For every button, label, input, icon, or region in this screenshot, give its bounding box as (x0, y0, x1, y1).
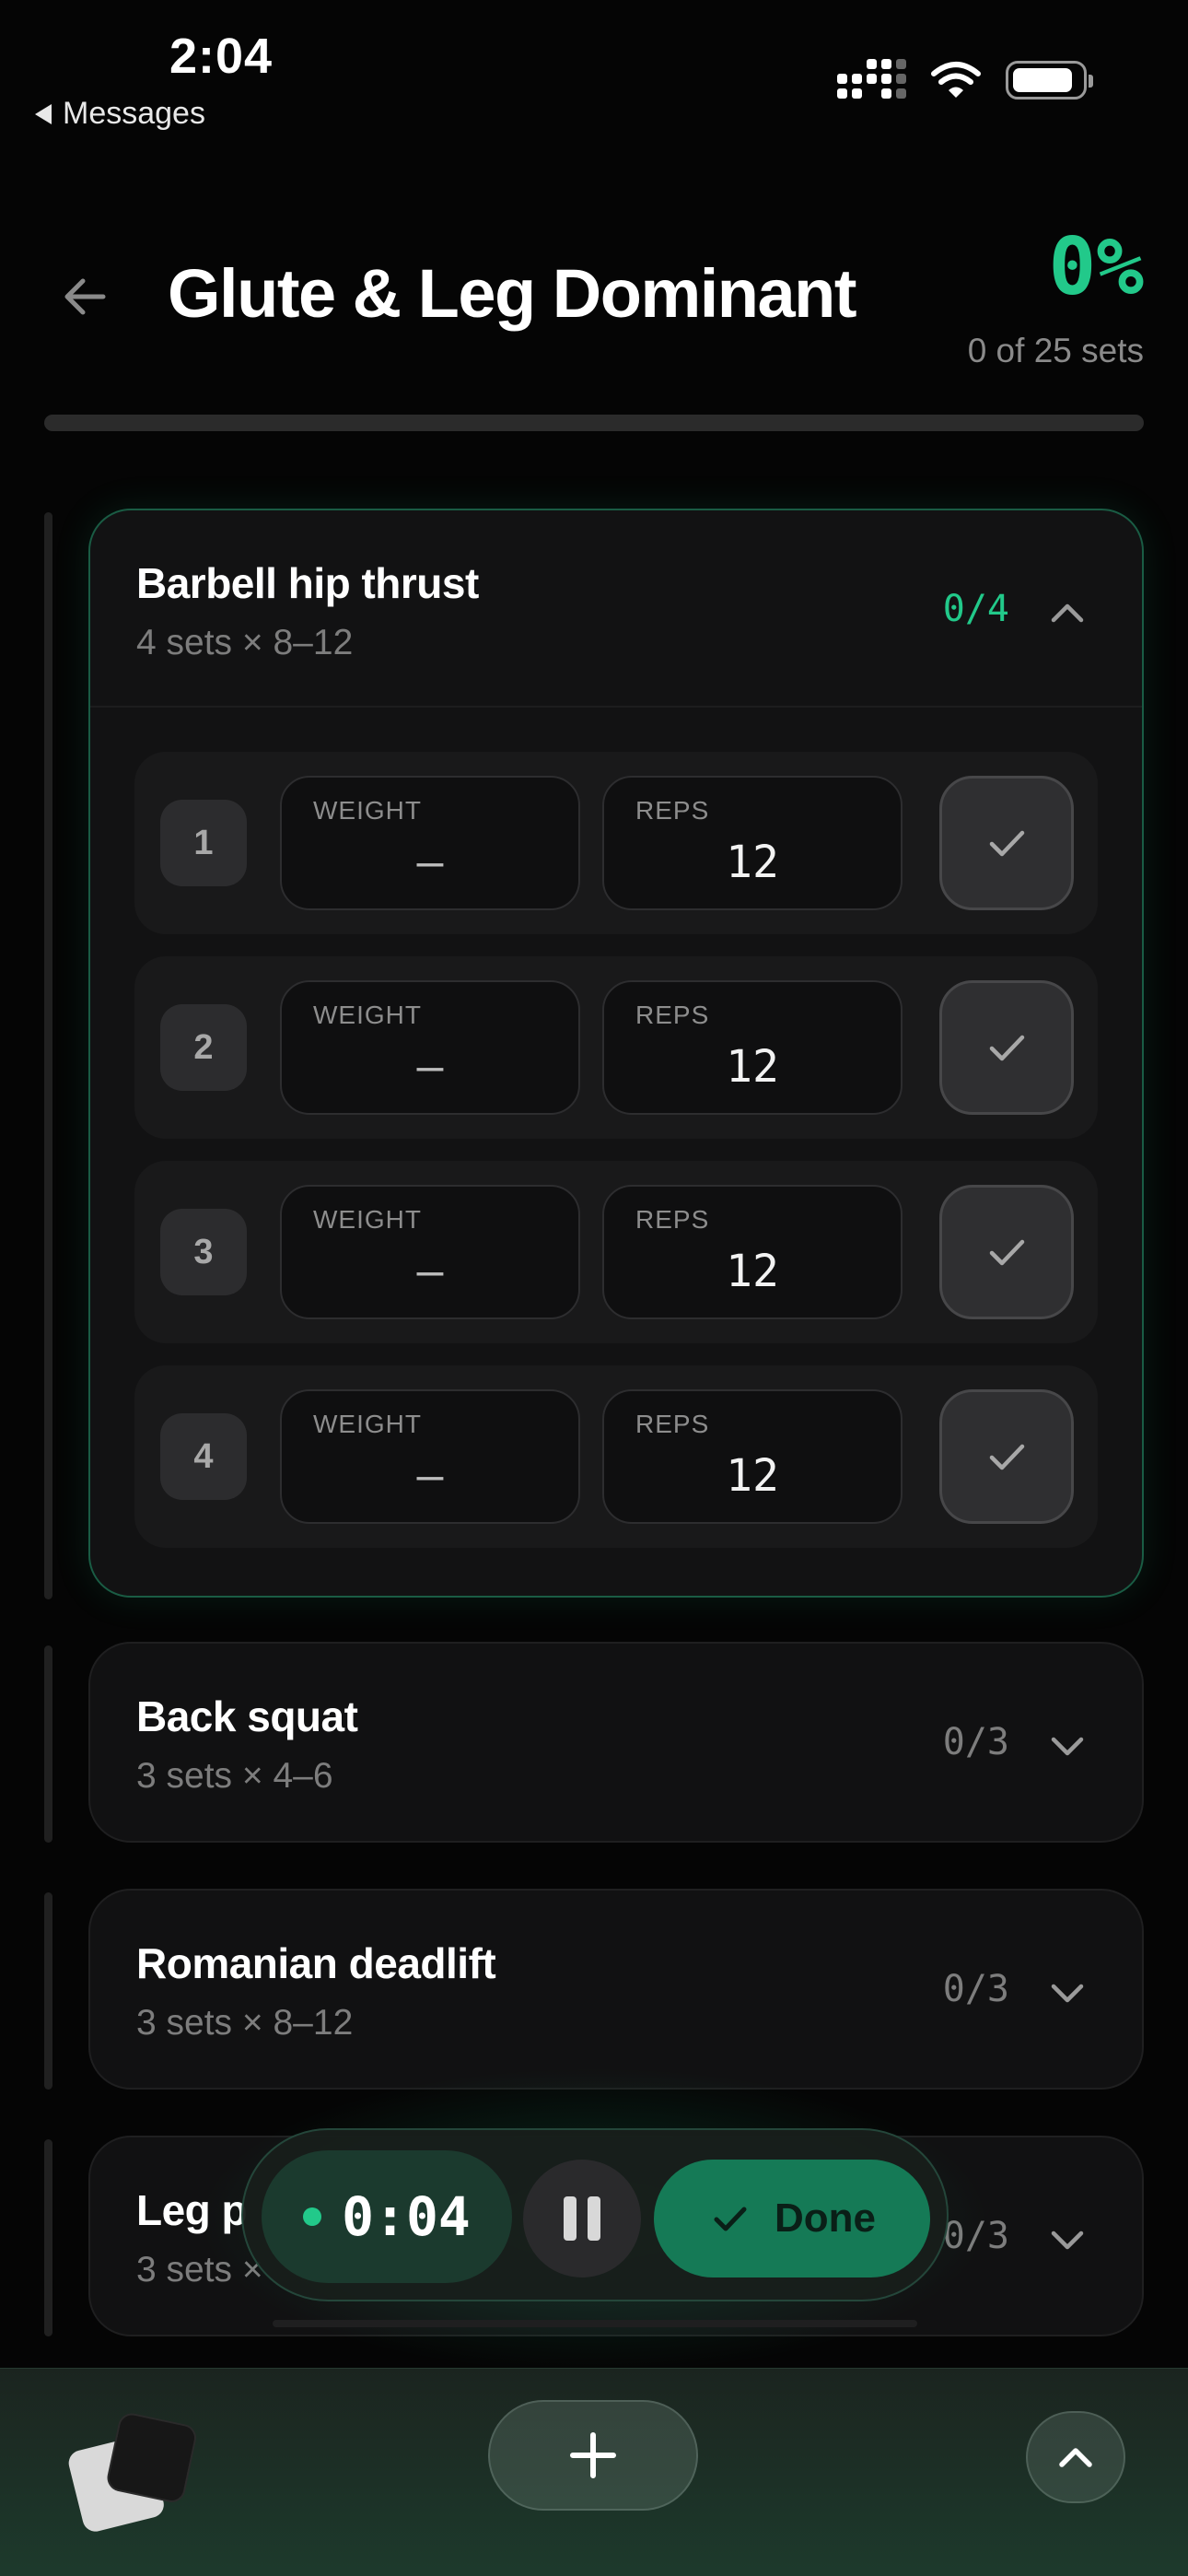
timeline-rail (44, 1892, 52, 2090)
set-list: 1 WEIGHT — REPS 12 2 WEIGHT — REPS 12 3 … (90, 708, 1142, 1592)
exercise-card[interactable]: Barbell hip thrust 4 sets × 8–12 0/4 1 W… (88, 509, 1144, 1598)
check-icon (989, 1444, 1025, 1470)
exercise-set-count: 0/3 (942, 1721, 1009, 1763)
exercise-meta: 3 sets × (136, 2250, 263, 2289)
timeline-rail (44, 1645, 52, 1843)
cellular-signal-icon (837, 59, 906, 99)
set-number: 1 (160, 800, 247, 886)
timeline-rail (44, 2139, 52, 2336)
progress-text: 0 of 25 sets (967, 332, 1144, 369)
reps-input[interactable]: REPS 12 (602, 776, 903, 910)
reps-value: 12 (726, 1041, 779, 1093)
back-to-messages-label: Messages (63, 96, 205, 131)
exercise-meta: 3 sets × 8–12 (136, 2003, 354, 2043)
exercise-name: Back squat (136, 1692, 358, 1740)
weight-label: WEIGHT (313, 1205, 422, 1234)
weight-label: WEIGHT (313, 1001, 422, 1029)
weight-input[interactable]: WEIGHT — (280, 980, 580, 1115)
exercise-card[interactable]: Romanian deadlift 3 sets × 8–12 0/3 (88, 1889, 1144, 2090)
exercise-set-count: 0/3 (942, 2215, 1009, 2257)
battery-icon (1006, 61, 1093, 100)
set-number: 2 (160, 1004, 247, 1091)
page-title: Glute & Leg Dominant (168, 255, 857, 332)
set-row: 2 WEIGHT — REPS 12 (134, 956, 1098, 1139)
chevron-up-icon (1059, 2448, 1092, 2467)
reps-label: REPS (635, 1001, 710, 1029)
rest-timer-bar: 0:04 Done (241, 2128, 949, 2301)
arrow-left-icon[interactable] (57, 269, 112, 324)
complete-set-button[interactable] (939, 1185, 1074, 1319)
progress-percent: 0% (1048, 221, 1144, 313)
timeline-rail (44, 512, 52, 1599)
exercise-name: Barbell hip thrust (136, 559, 479, 607)
reps-value: 12 (726, 837, 779, 888)
exercise-header[interactable]: Back squat 3 sets × 4–6 0/3 (90, 1644, 1142, 1839)
exercise-meta: 3 sets × 4–6 (136, 1756, 333, 1796)
reps-label: REPS (635, 796, 710, 825)
pause-icon (588, 2196, 600, 2241)
check-icon (714, 2207, 747, 2231)
status-icons (837, 59, 1093, 100)
back-to-messages[interactable]: Messages (35, 96, 205, 132)
exercise-name: Leg p (136, 2186, 248, 2234)
reps-input[interactable]: REPS 12 (602, 1185, 903, 1319)
exercise-header[interactable]: Barbell hip thrust 4 sets × 8–12 0/4 (90, 510, 1142, 706)
set-number: 3 (160, 1209, 247, 1295)
check-icon (989, 1035, 1025, 1061)
plus-icon (570, 2432, 616, 2478)
weight-value: — (416, 1041, 444, 1093)
weight-input[interactable]: WEIGHT — (280, 776, 580, 910)
scroll-to-top-button[interactable] (1026, 2411, 1125, 2503)
check-icon (989, 1239, 1025, 1266)
workout-progress-bar (44, 415, 1144, 431)
exercise-card[interactable]: Back squat 3 sets × 4–6 0/3 (88, 1642, 1144, 1843)
exercise-set-count: 0/4 (942, 588, 1009, 630)
set-number: 4 (160, 1413, 247, 1500)
chevron-down-icon[interactable] (1046, 2219, 1089, 2261)
check-icon (989, 830, 1025, 857)
recording-dot-icon (303, 2207, 322, 2226)
wifi-icon (931, 62, 981, 98)
chevron-down-icon[interactable] (1046, 1725, 1089, 1767)
back-triangle-icon (35, 103, 52, 124)
weight-value: — (416, 1246, 444, 1297)
done-button[interactable]: Done (654, 2160, 930, 2277)
exercise-name: Romanian deadlift (136, 1939, 496, 1987)
timer-display[interactable]: 0:04 (262, 2150, 512, 2283)
bottom-toolbar (0, 2368, 1188, 2576)
pause-icon (564, 2196, 577, 2241)
status-time: 2:04 (169, 29, 274, 84)
complete-set-button[interactable] (939, 776, 1074, 910)
exercise-meta: 4 sets × 8–12 (136, 623, 354, 662)
weight-input[interactable]: WEIGHT — (280, 1389, 580, 1524)
reps-input[interactable]: REPS 12 (602, 1389, 903, 1524)
timer-time: 0:04 (342, 2185, 471, 2248)
complete-set-button[interactable] (939, 980, 1074, 1115)
chevron-up-icon[interactable] (1046, 591, 1089, 634)
weight-value: — (416, 1450, 444, 1502)
app-logo-icon[interactable] (61, 2406, 199, 2535)
chevron-down-icon[interactable] (1046, 1972, 1089, 2014)
weight-label: WEIGHT (313, 1410, 422, 1438)
reps-input[interactable]: REPS 12 (602, 980, 903, 1115)
exercise-set-count: 0/3 (942, 1968, 1009, 2010)
reps-label: REPS (635, 1205, 710, 1234)
set-row: 4 WEIGHT — REPS 12 (134, 1365, 1098, 1548)
set-row: 3 WEIGHT — REPS 12 (134, 1161, 1098, 1343)
reps-value: 12 (726, 1450, 779, 1502)
exercise-header[interactable]: Romanian deadlift 3 sets × 8–12 0/3 (90, 1891, 1142, 2086)
done-label: Done (775, 2195, 876, 2241)
weight-value: — (416, 837, 444, 888)
weight-label: WEIGHT (313, 796, 422, 825)
set-row: 1 WEIGHT — REPS 12 (134, 752, 1098, 934)
pause-button[interactable] (523, 2160, 641, 2277)
reps-label: REPS (635, 1410, 710, 1438)
complete-set-button[interactable] (939, 1389, 1074, 1524)
scroll-indicator (273, 2320, 917, 2327)
weight-input[interactable]: WEIGHT — (280, 1185, 580, 1319)
reps-value: 12 (726, 1246, 779, 1297)
add-button[interactable] (488, 2400, 698, 2511)
